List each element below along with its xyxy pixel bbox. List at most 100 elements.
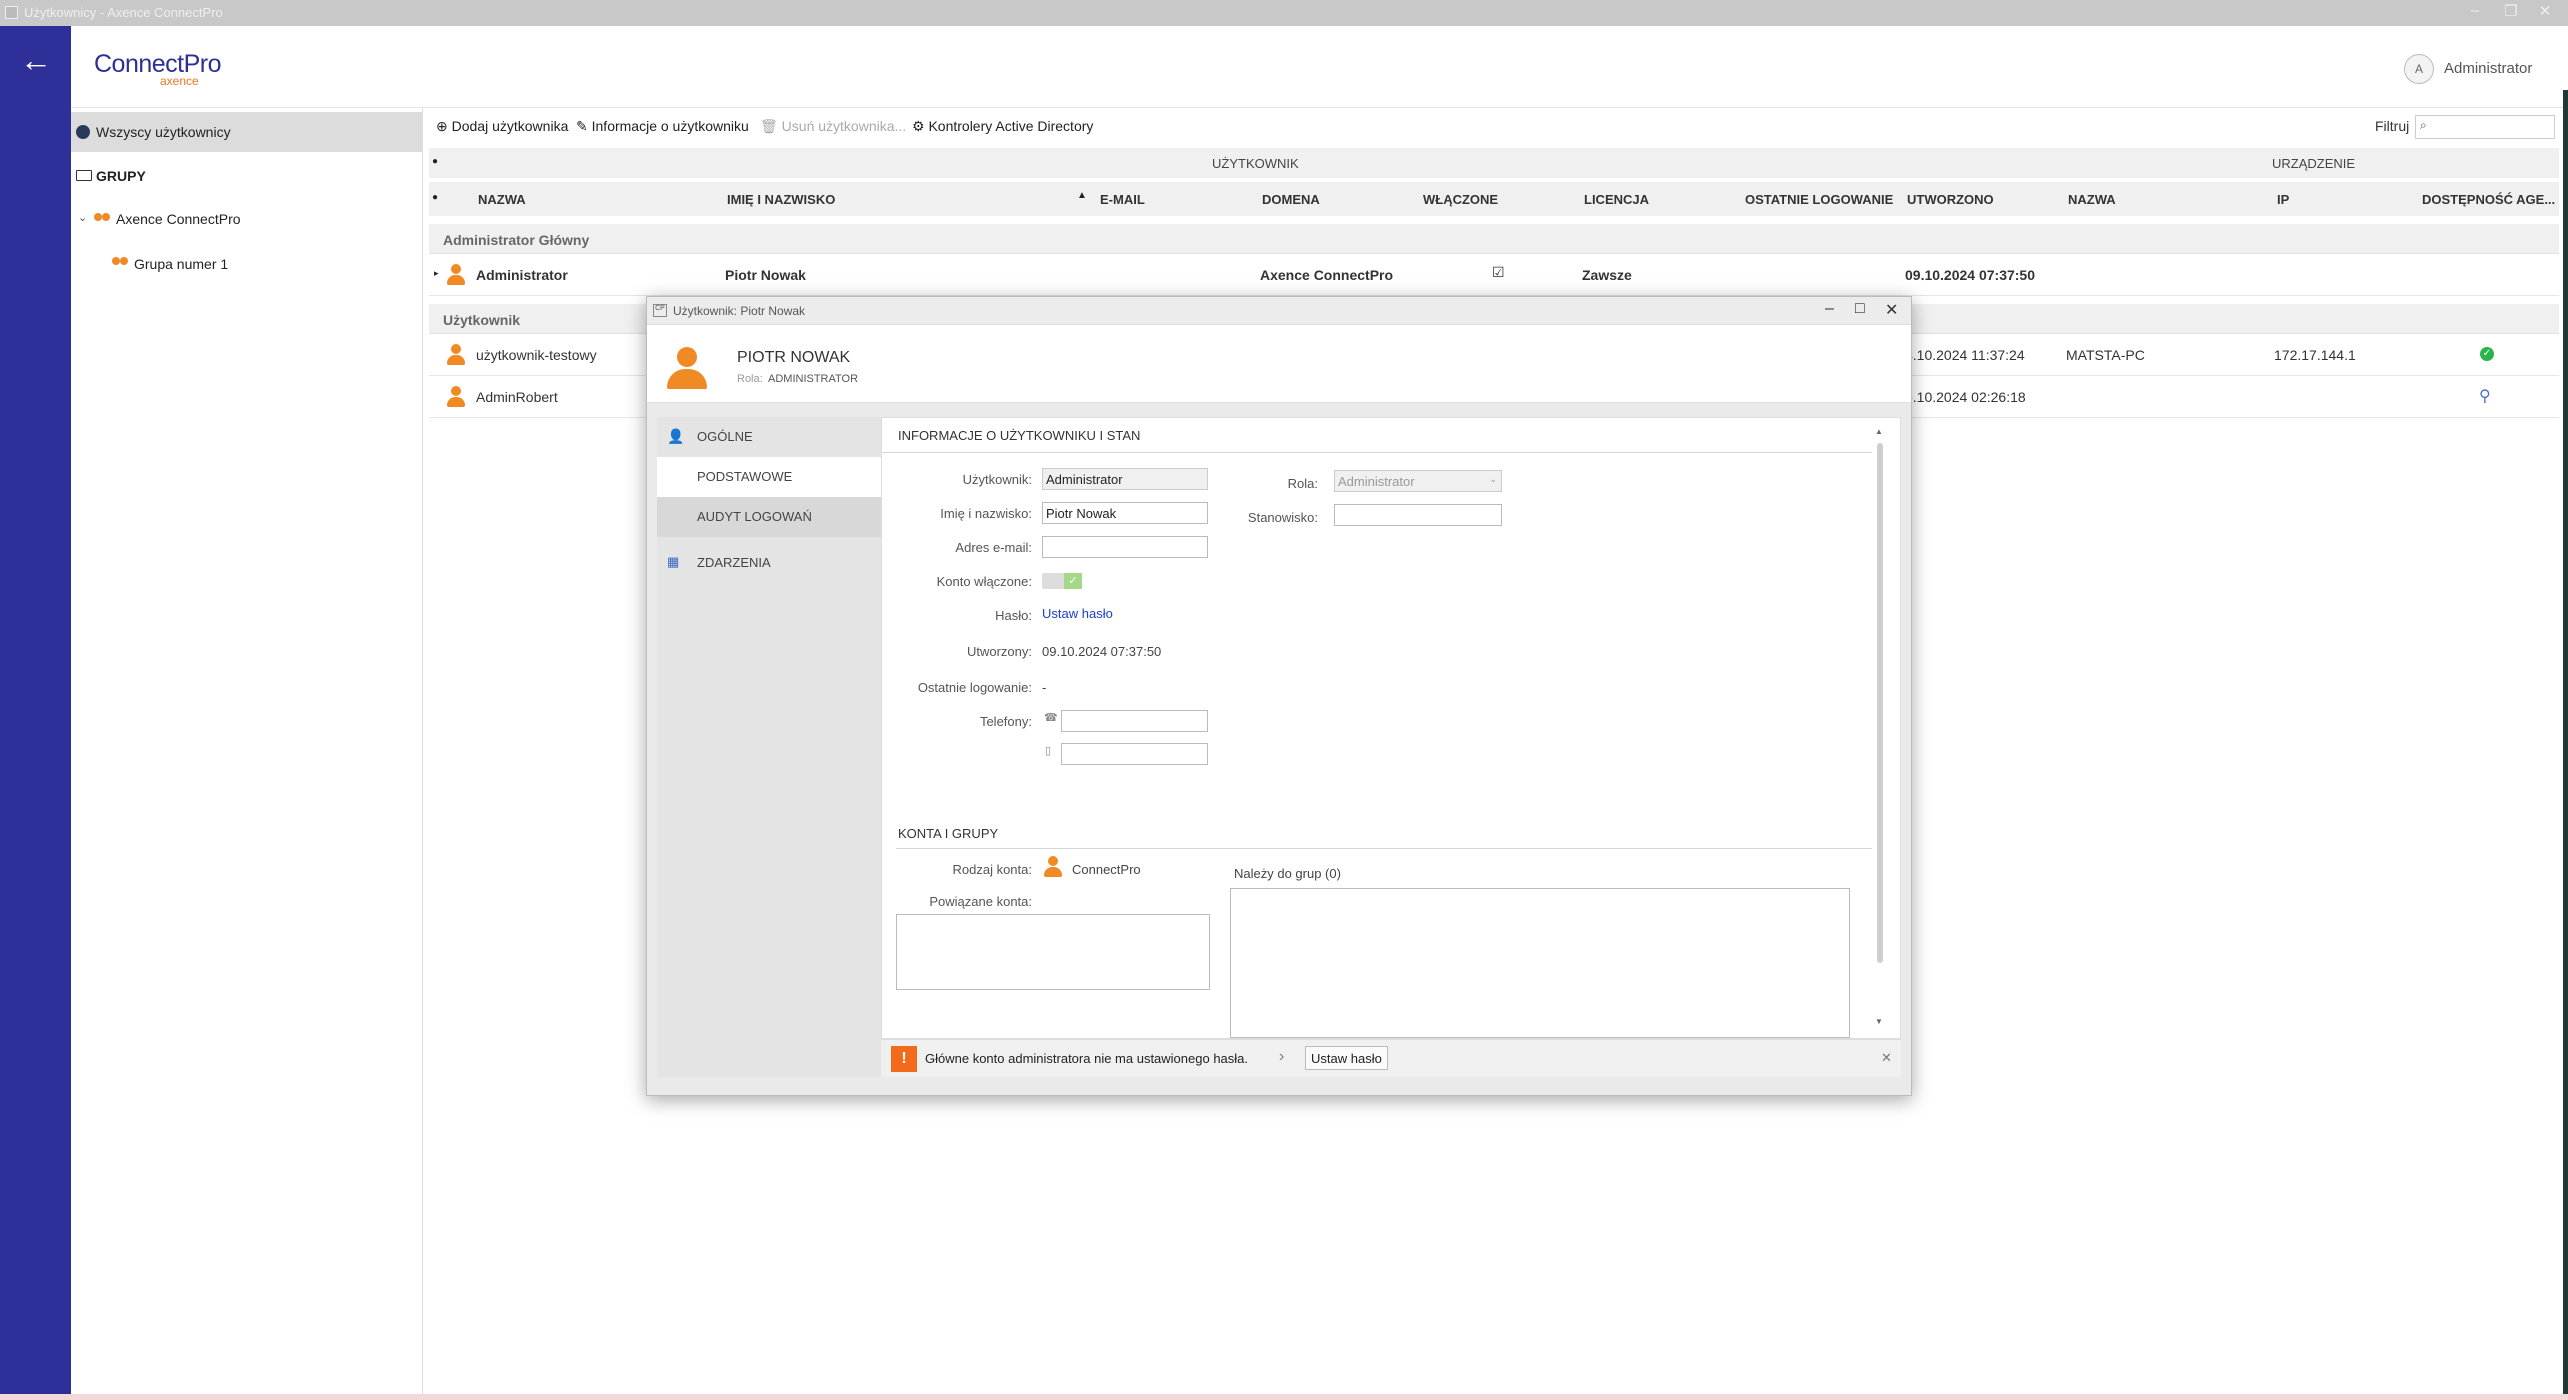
role-select[interactable]: Administrator ⌄ xyxy=(1334,470,1502,492)
scroll-down-icon[interactable]: ▼ xyxy=(1875,1017,1883,1026)
dialog-user-name: PIOTR NOWAK xyxy=(737,349,851,366)
position-field[interactable] xyxy=(1334,504,1502,526)
ad-controllers-label: Kontrolery Active Directory xyxy=(928,118,1094,134)
nav-item-basic[interactable]: PODSTAWOWE xyxy=(657,457,881,497)
warning-bar: ! Główne konto administratora nie ma ust… xyxy=(881,1039,1901,1077)
email-field[interactable] xyxy=(1042,536,1208,558)
phone-field[interactable] xyxy=(1061,710,1208,732)
user-icon xyxy=(1044,856,1062,878)
left-navbar: ← xyxy=(0,26,71,1394)
cell-domain: Axence ConnectPro xyxy=(1260,267,1394,283)
table-group-header xyxy=(429,148,2559,178)
last-login-value: - xyxy=(1042,680,1047,695)
warning-icon: ! xyxy=(891,1046,917,1072)
dialog-title: Użytkownik: Piotr Nowak xyxy=(673,304,806,318)
fullname-field[interactable]: Piotr Nowak xyxy=(1042,502,1208,524)
calendar-icon: ▦ xyxy=(667,554,680,569)
nav-item-events[interactable]: ▦ ZDARZENIA xyxy=(657,543,881,583)
chevron-down-icon[interactable]: ⌄ xyxy=(78,211,87,224)
set-password-button[interactable]: Ustaw hasło xyxy=(1305,1046,1388,1070)
close-icon[interactable]: ✕ xyxy=(2530,2,2560,20)
user-label: Użytkownik: xyxy=(962,472,1032,487)
plug-icon: ⚲ xyxy=(2479,388,2491,405)
enabled-label: Konto włączone: xyxy=(936,574,1032,589)
cell-name: użytkownik-testowy xyxy=(476,347,597,363)
col-name[interactable]: NAZWA xyxy=(478,192,526,207)
nav-item-login-audit[interactable]: AUDYT LOGOWAŃ xyxy=(657,497,881,537)
add-user-button[interactable]: ⊕ Dodaj użytkownika xyxy=(436,118,568,135)
divider xyxy=(882,452,1872,453)
role-label: Rola: xyxy=(1287,476,1318,491)
close-icon[interactable]: ✕ xyxy=(1885,300,1898,320)
col-ip[interactable]: IP xyxy=(2277,192,2289,207)
phones-label: Telefony: xyxy=(979,714,1032,729)
nav-label: AUDYT LOGOWAŃ xyxy=(697,509,812,524)
taskbar-strip xyxy=(0,1394,2568,1400)
linked-accounts-list[interactable] xyxy=(896,914,1210,990)
app-icon xyxy=(5,6,18,19)
online-check-icon: ✓ xyxy=(2480,347,2494,361)
minimize-icon[interactable]: – xyxy=(1825,300,1834,318)
app-header xyxy=(71,26,2563,108)
dot-icon: ● xyxy=(432,192,439,203)
current-user-name[interactable]: Administrator xyxy=(2444,60,2532,77)
pencil-icon: ✎ xyxy=(576,118,592,134)
nav-item-general[interactable]: 👤 OGÓLNE xyxy=(657,417,881,457)
cell-created: 5.10.2024 02:26:18 xyxy=(1905,389,2026,405)
scrollbar[interactable]: ▲ ▼ xyxy=(1873,427,1887,1027)
user-icon xyxy=(447,344,465,366)
delete-user-label: Usuń użytkownika... xyxy=(781,118,907,134)
account-type-value: ConnectPro xyxy=(1072,862,1141,877)
set-password-link[interactable]: Ustaw hasło xyxy=(1042,606,1113,621)
col-license[interactable]: LICENCJA xyxy=(1584,192,1649,207)
checkbox-checked-icon: ☑ xyxy=(1492,264,1505,280)
col-created[interactable]: UTWORZONO xyxy=(1907,192,1994,207)
tree-item-group1[interactable]: Grupa numer 1 xyxy=(134,256,228,272)
dialog-role: ADMINISTRATOR xyxy=(768,373,859,385)
window-title: Użytkownicy - Axence ConnectPro xyxy=(24,5,223,20)
close-icon[interactable]: ✕ xyxy=(1881,1050,1892,1066)
sidebar-item-all-users[interactable]: Wszyscy użytkownicy xyxy=(71,112,423,152)
group-header-device: URZĄDZENIE xyxy=(2272,156,2356,171)
dialog-content: INFORMACJE O UŻYTKOWNIKU I STAN Użytkown… xyxy=(881,417,1901,1039)
col-device-name[interactable]: NAZWA xyxy=(2068,192,2116,207)
filter-input[interactable]: ⌕ xyxy=(2415,115,2555,139)
col-agent-availability[interactable]: DOSTĘPNOŚĆ AGE... xyxy=(2422,192,2555,207)
scroll-up-icon[interactable]: ▲ xyxy=(1875,427,1883,436)
col-email[interactable]: E-MAIL xyxy=(1100,192,1145,207)
chevron-right-icon: › xyxy=(1279,1048,1285,1065)
expand-arrow-icon[interactable]: ▸ xyxy=(434,268,439,279)
col-domain[interactable]: DOMENA xyxy=(1262,192,1320,207)
group-header-user: UŻYTKOWNIK xyxy=(1212,156,1299,171)
col-last-login[interactable]: OSTATNIE LOGOWANIE xyxy=(1745,192,1893,207)
email-label: Adres e-mail: xyxy=(955,540,1032,555)
maximize-icon[interactable]: □ xyxy=(1855,300,1865,318)
back-arrow-icon[interactable]: ← xyxy=(20,44,52,76)
section-title-accounts: KONTA I GRUPY xyxy=(898,826,999,841)
mobile-field[interactable] xyxy=(1061,743,1208,765)
account-enabled-toggle[interactable]: ✓ xyxy=(1042,573,1082,589)
cell-created: 09.10.2024 07:37:50 xyxy=(1905,267,2035,283)
scroll-thumb[interactable] xyxy=(1877,443,1883,963)
group-label: Administrator Główny xyxy=(443,232,590,248)
group-label: Użytkownik xyxy=(443,312,521,328)
avatar[interactable]: A xyxy=(2404,54,2434,84)
sort-up-icon: ▲ xyxy=(1077,190,1087,201)
chevron-down-icon: ⌄ xyxy=(1489,474,1497,484)
ad-controllers-button[interactable]: ⚙ Kontrolery Active Directory xyxy=(912,118,1093,135)
delete-user-button[interactable]: 🗑 Usuń użytkownika... xyxy=(760,118,906,135)
table-row[interactable]: ▸ Administrator Piotr Nowak Axence Conne… xyxy=(429,254,2559,296)
user-info-button[interactable]: ✎ Informacje o użytkowniku xyxy=(576,118,749,135)
restore-icon[interactable]: ❐ xyxy=(2496,2,2526,20)
account-type-label: Rodzaj konta: xyxy=(952,862,1033,877)
username-field[interactable]: Administrator xyxy=(1042,468,1208,490)
user-info-label: Informacje o użytkowniku xyxy=(591,118,749,134)
minimize-icon[interactable]: – xyxy=(2460,2,2490,19)
col-fullname[interactable]: IMIĘ I NAZWISKO xyxy=(727,192,835,207)
groups-list[interactable] xyxy=(1230,888,1850,1038)
dialog-role-label: Rola: xyxy=(737,373,763,385)
tree-item-axence[interactable]: Axence ConnectPro xyxy=(116,211,241,227)
col-enabled[interactable]: WŁĄCZONE xyxy=(1423,192,1498,207)
user-dialog: CP Użytkownik: Piotr Nowak – □ ✕ PIOTR N… xyxy=(646,296,1912,1096)
cell-created: 4.10.2024 11:37:24 xyxy=(1905,347,2025,363)
